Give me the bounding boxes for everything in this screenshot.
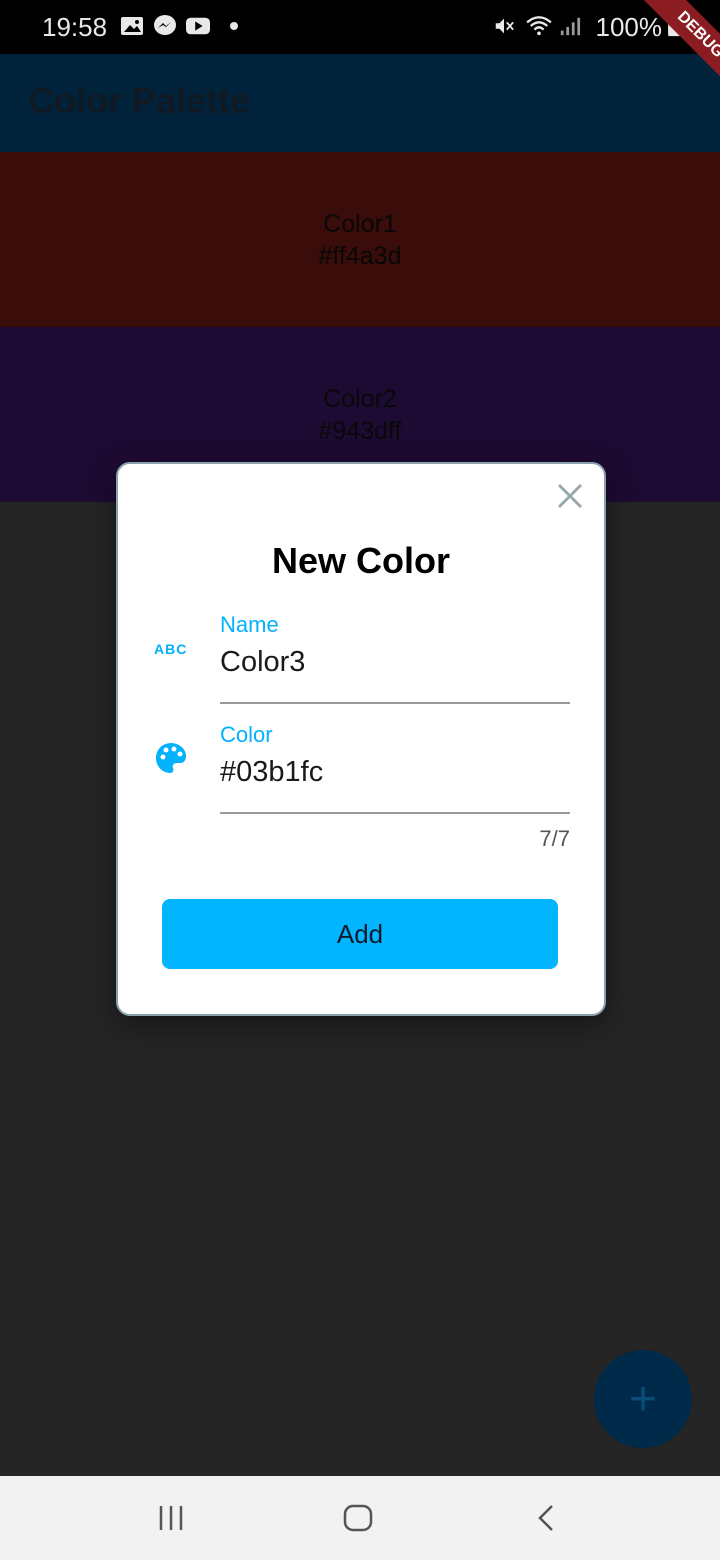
palette-icon [156, 743, 186, 773]
character-counter: 7/7 [539, 826, 570, 851]
wifi-icon [526, 16, 552, 36]
color-tile-name: Color2 [323, 384, 397, 413]
battery-percentage: 100% [595, 12, 663, 42]
dialog-title: New Color [271, 540, 450, 581]
color-field-underline [220, 812, 570, 814]
dot-icon [230, 22, 238, 30]
mute-icon [495, 18, 514, 34]
color-tile-name: Color1 [323, 209, 397, 238]
abc-icon: ABC [154, 641, 188, 657]
image-icon [121, 17, 143, 35]
color-field-label: Color [220, 722, 273, 747]
messenger-icon [154, 15, 176, 35]
status-time: 19:58 [42, 12, 108, 42]
home-icon[interactable] [342, 1502, 374, 1534]
name-field-label: Name [220, 612, 279, 637]
back-icon[interactable] [534, 1502, 564, 1534]
recent-apps-icon[interactable] [156, 1502, 186, 1534]
name-field[interactable]: Color3 [220, 646, 305, 679]
youtube-icon [186, 17, 210, 35]
app-title: Color Palette [28, 80, 251, 121]
close-icon[interactable] [554, 480, 586, 512]
name-field-underline [220, 702, 570, 704]
color-tile-hex: #943dff [318, 416, 402, 445]
signal-icon [560, 17, 581, 36]
color-field[interactable]: #03b1fc [220, 756, 323, 789]
plus-icon: + [628, 1372, 658, 1426]
add-button-label: Add [336, 918, 384, 949]
color-tile-hex: #ff4a3d [318, 241, 402, 270]
add-button[interactable]: Add [162, 899, 558, 969]
color-tile[interactable]: Color1 #ff4a3d [0, 152, 720, 327]
add-color-fab[interactable]: + [594, 1350, 692, 1448]
